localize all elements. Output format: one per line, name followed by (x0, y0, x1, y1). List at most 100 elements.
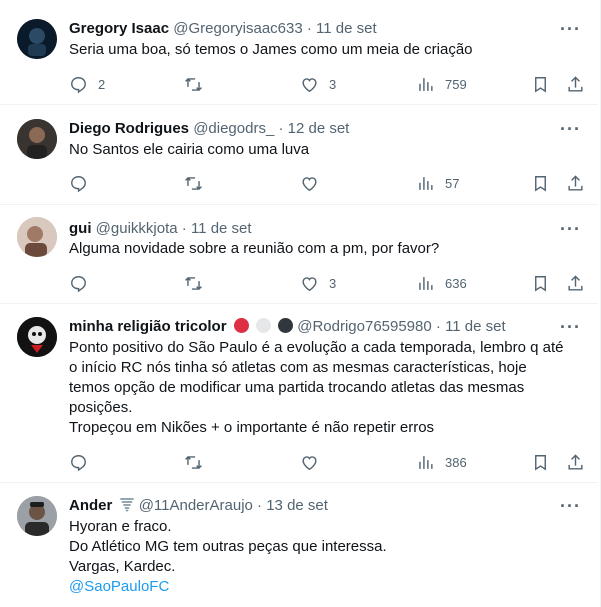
user-handle[interactable]: @11AnderAraujo (139, 497, 253, 514)
tweet-line: temos opção de modificar uma partida tro… (69, 379, 525, 396)
mention-link[interactable]: @SaoPauloFC (69, 578, 169, 595)
timestamp[interactable]: 11 de set (316, 20, 377, 37)
share-button[interactable] (566, 173, 585, 193)
bookmark-icon (535, 76, 546, 93)
reply-button[interactable]: 2 (69, 74, 105, 94)
more-icon[interactable]: ··· (560, 318, 581, 336)
display-name[interactable]: gui (69, 220, 92, 237)
tweet[interactable]: Ander @11AnderAraujo · 13 de set ··· Hyo… (0, 483, 598, 607)
red-circle-emoji (233, 318, 249, 333)
reply-icon (71, 454, 86, 471)
views-button[interactable]: 386 (416, 452, 467, 472)
timestamp[interactable]: 12 de set (288, 120, 350, 137)
views-icon (419, 176, 433, 190)
like-button[interactable]: 3 (300, 273, 336, 293)
black-circle-emoji (278, 318, 294, 333)
tweet-line: Do Atlético MG tem outras peças que inte… (69, 538, 387, 555)
tweet-text: Ponto positivo do São Paulo é a evolução… (69, 338, 589, 438)
more-icon[interactable]: ··· (560, 220, 581, 238)
timestamp[interactable]: 13 de set (266, 497, 328, 514)
more-icon[interactable]: ··· (560, 120, 581, 138)
like-button[interactable] (300, 452, 319, 472)
user-handle[interactable]: @Rodrigo76595980 (297, 318, 432, 335)
like-count: 3 (329, 275, 337, 291)
reply-button[interactable] (69, 452, 88, 472)
reply-button[interactable] (69, 173, 88, 193)
share-icon (568, 174, 583, 191)
avatar[interactable] (17, 119, 57, 159)
share-button[interactable] (566, 74, 585, 94)
retweet-button[interactable] (184, 452, 203, 472)
tweet-line: Ponto positivo do São Paulo é a evolução… (69, 339, 564, 356)
share-icon (568, 453, 583, 470)
tweet-text: No Santos ele cairia como uma luva (69, 140, 549, 160)
tweet-line: Tropeçou em Nikões + o importante é não … (69, 419, 435, 436)
user-handle[interactable]: @diegodrs_ (193, 120, 274, 137)
tweet-text: Alguma novidade sobre a reunião com a pm… (69, 239, 549, 259)
reply-icon (71, 76, 86, 93)
display-name[interactable]: Gregory Isaac (69, 20, 169, 37)
bookmark-icon (535, 175, 546, 192)
retweet-button[interactable] (184, 173, 203, 193)
action-bar: 3 636 (69, 273, 589, 293)
bookmark-button[interactable] (531, 74, 550, 94)
avatar[interactable] (17, 217, 57, 257)
views-count: 636 (445, 275, 467, 291)
views-button[interactable]: 57 (416, 173, 459, 193)
views-button[interactable]: 636 (416, 273, 467, 293)
avatar[interactable] (17, 317, 57, 357)
reply-icon (71, 275, 86, 292)
retweet-icon (185, 455, 202, 469)
display-name[interactable]: Ander (69, 497, 112, 514)
share-icon (568, 274, 583, 291)
user-handle[interactable]: @Gregoryisaac633 (173, 20, 302, 37)
reply-icon (71, 175, 86, 192)
separator-dot: · (257, 497, 263, 514)
like-icon (302, 455, 317, 470)
tweet-header: gui @guikkkjota · 11 de set (69, 219, 252, 239)
views-icon (419, 77, 433, 91)
timestamp[interactable]: 11 de set (191, 220, 252, 237)
more-icon[interactable]: ··· (560, 497, 581, 515)
tweet-line: No Santos ele cairia como uma luva (69, 141, 310, 158)
bookmark-button[interactable] (531, 273, 550, 293)
white-circle-emoji (255, 318, 271, 333)
bookmark-icon (535, 275, 546, 292)
action-bar: 57 (69, 173, 589, 193)
retweet-icon (185, 77, 202, 91)
bookmark-button[interactable] (531, 173, 550, 193)
share-button[interactable] (566, 452, 585, 472)
tweet[interactable]: minha religião tricolor @Rodrigo76595980… (0, 304, 598, 483)
action-bar: 2 3 759 (69, 74, 589, 94)
views-icon (419, 455, 433, 469)
share-icon (568, 75, 583, 92)
retweet-button[interactable] (184, 74, 213, 94)
reply-button[interactable] (69, 273, 88, 293)
retweet-button[interactable] (184, 273, 203, 293)
tweet[interactable]: Diego Rodrigues @diegodrs_ · 12 de set ·… (0, 105, 598, 205)
tweet[interactable]: Gregory Isaac @Gregoryisaac633 · 11 de s… (0, 0, 598, 105)
avatar[interactable] (17, 19, 57, 59)
share-button[interactable] (566, 273, 585, 293)
retweet-icon (185, 276, 202, 290)
tweet[interactable]: gui @guikkkjota · 11 de set ··· Alguma n… (0, 205, 598, 304)
like-count: 3 (329, 76, 337, 92)
bookmark-button[interactable] (531, 452, 550, 472)
user-handle[interactable]: @guikkkjota (96, 220, 178, 237)
like-icon (302, 276, 317, 291)
tweet-line: Seria uma boa, só temos o James como um … (69, 41, 473, 58)
retweet-icon (185, 176, 202, 190)
tweet-text: Seria uma boa, só temos o James como um … (69, 40, 549, 60)
display-name[interactable]: Diego Rodrigues (69, 120, 189, 137)
tweet-header: Ander @11AnderAraujo · 13 de set (69, 496, 328, 516)
tweet-line: Vargas, Kardec. (69, 558, 176, 575)
more-icon[interactable]: ··· (560, 20, 581, 38)
tweet-header: Gregory Isaac @Gregoryisaac633 · 11 de s… (69, 19, 377, 39)
like-button[interactable]: 3 (300, 74, 336, 94)
tweet-text: Hyoran e fraco. Do Atlético MG tem outra… (69, 517, 549, 597)
avatar[interactable] (17, 496, 57, 536)
like-button[interactable] (300, 173, 319, 193)
timestamp[interactable]: 11 de set (445, 318, 506, 335)
views-button[interactable]: 759 (416, 74, 467, 94)
display-name[interactable]: minha religião tricolor (69, 318, 227, 335)
